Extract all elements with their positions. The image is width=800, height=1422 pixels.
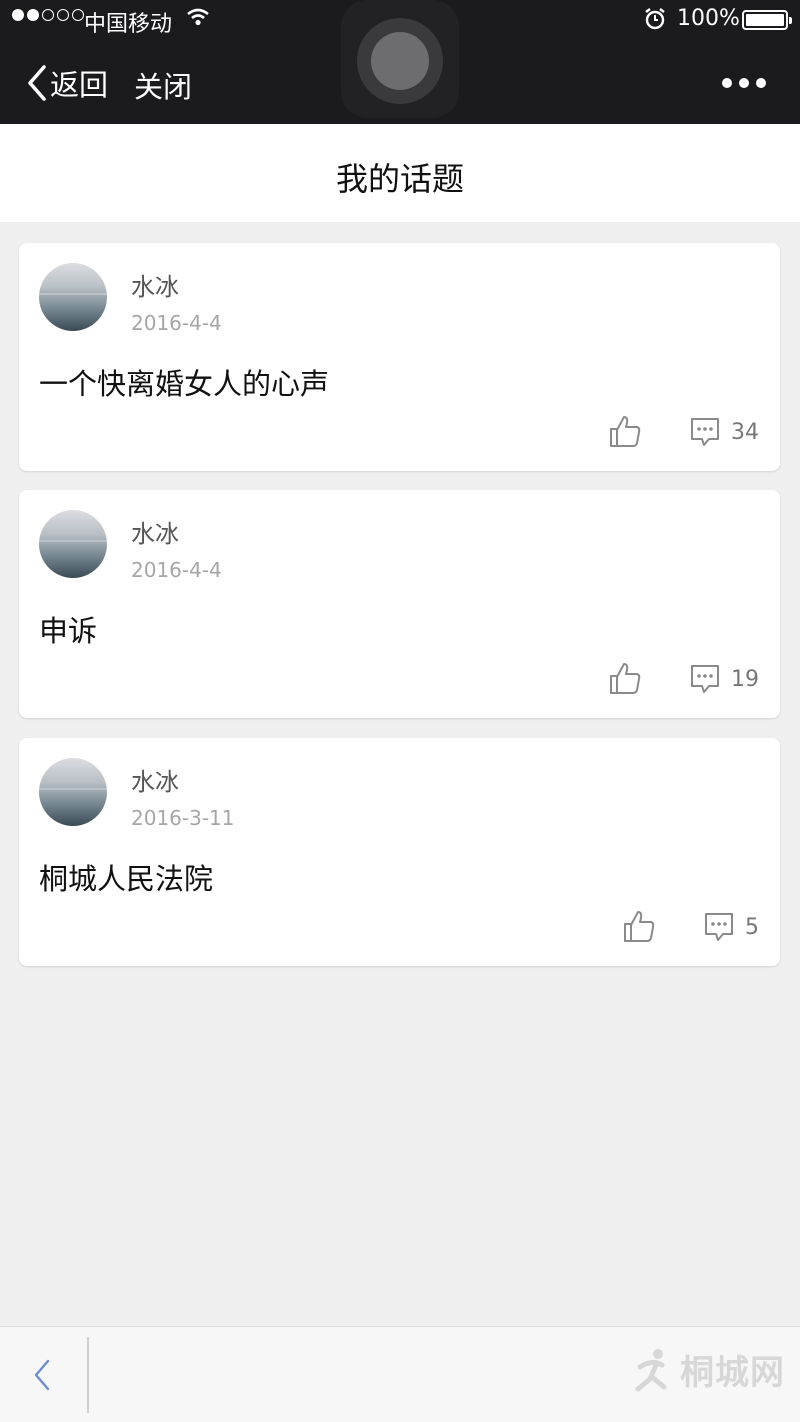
- comment-button[interactable]: 19: [689, 662, 759, 696]
- avatar: [39, 263, 107, 331]
- thumbs-up-icon[interactable]: [607, 413, 643, 449]
- toolbar-divider: [87, 1337, 89, 1413]
- back-label: 返回: [50, 68, 109, 102]
- topic-card[interactable]: 水冰 2016-3-11 桐城人民法院 5: [19, 738, 780, 966]
- thumbs-up-icon[interactable]: [607, 660, 643, 696]
- comment-button[interactable]: 5: [703, 910, 759, 944]
- comment-icon: [691, 418, 719, 446]
- topic-card[interactable]: 水冰 2016-4-4 申诉 19: [19, 490, 780, 718]
- back-button[interactable]: 返回: [26, 62, 108, 104]
- comment-count: 5: [745, 914, 759, 940]
- chevron-left-icon: [28, 65, 46, 101]
- avatar: [39, 510, 107, 578]
- bottom-toolbar: 桐城网: [0, 1326, 800, 1422]
- author-name: 水冰: [131, 768, 179, 796]
- thumbs-up-icon[interactable]: [621, 908, 657, 944]
- top-bar: 中国移动 下午11:44 100% 返回 关闭: [0, 0, 800, 124]
- comment-button[interactable]: 34: [689, 415, 759, 449]
- comment-icon: [691, 665, 719, 693]
- author-name: 水冰: [131, 520, 179, 548]
- post-date: 2016-4-4: [131, 558, 222, 582]
- topic-title[interactable]: 一个快离婚女人的心声: [39, 361, 329, 403]
- alarm-icon: [645, 8, 665, 30]
- watermark-text: 桐城网: [680, 1353, 785, 1393]
- comment-count: 34: [731, 419, 759, 445]
- battery-percent: 100%: [677, 6, 740, 31]
- author-name: 水冰: [131, 273, 179, 301]
- topic-card[interactable]: 水冰 2016-4-4 一个快离婚女人的心声 34: [19, 243, 780, 471]
- post-date: 2016-4-4: [131, 311, 222, 335]
- page-header: 我的话题: [0, 124, 800, 222]
- topic-title[interactable]: 桐城人民法院: [39, 856, 213, 898]
- assistive-touch-button[interactable]: [341, 0, 459, 118]
- site-watermark: 桐城网: [632, 1345, 785, 1394]
- runner-logo-icon: [635, 1348, 667, 1391]
- close-button[interactable]: 关闭: [134, 64, 192, 106]
- comment-count: 19: [731, 666, 759, 692]
- chevron-left-icon[interactable]: [28, 1355, 56, 1395]
- battery-icon: [742, 10, 792, 30]
- more-options-button[interactable]: [722, 78, 766, 88]
- comment-icon: [705, 913, 733, 941]
- post-date: 2016-3-11: [131, 806, 235, 830]
- page-title: 我的话题: [335, 160, 464, 198]
- topic-title[interactable]: 申诉: [39, 608, 97, 650]
- avatar: [39, 758, 107, 826]
